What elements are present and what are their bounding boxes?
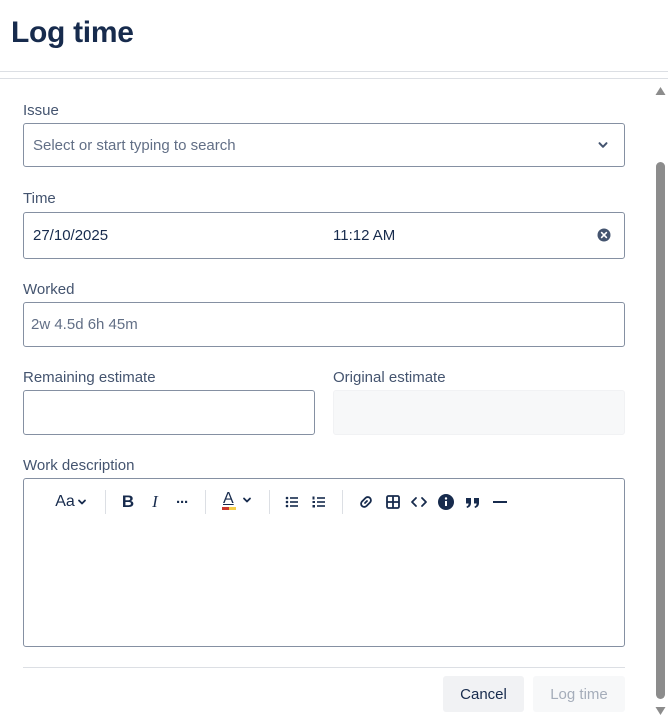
issue-select[interactable]: Select or start typing to search (23, 123, 625, 167)
text-style-label: Aa (55, 493, 75, 510)
text-style-button[interactable]: Aa (50, 489, 92, 515)
text-color-icon: A (222, 489, 236, 511)
dialog-title: Log time (11, 16, 134, 49)
more-formatting-button[interactable]: ··· (170, 489, 194, 515)
chevron-down-icon[interactable] (595, 137, 611, 153)
worked-input[interactable]: 2w 4.5d 6h 45m (23, 302, 625, 347)
clear-icon[interactable] (596, 227, 612, 243)
divider-button[interactable] (489, 489, 511, 515)
quote-icon (466, 498, 479, 508)
code-icon (411, 497, 427, 507)
time-label: Time (23, 190, 56, 207)
remaining-estimate-input[interactable] (23, 390, 315, 435)
horizontal-rule-icon (493, 501, 507, 503)
toolbar-separator (205, 490, 206, 514)
work-description-label: Work description (23, 457, 135, 474)
header-divider-secondary (0, 78, 668, 79)
scroll-down-arrow-icon[interactable] (655, 706, 666, 716)
numbered-list-button[interactable] (309, 489, 329, 515)
toolbar-separator (105, 490, 106, 514)
link-button[interactable] (355, 489, 377, 515)
footer-divider (23, 667, 625, 668)
date-input[interactable]: 27/10/2025 (33, 227, 108, 244)
time-picker[interactable]: 27/10/2025 11:12 AM (23, 212, 625, 259)
worked-placeholder: 2w 4.5d 6h 45m (31, 316, 138, 333)
scrollbar-thumb[interactable] (656, 162, 665, 699)
time-input[interactable]: 11:12 AM (333, 227, 395, 244)
toolbar-separator (269, 490, 270, 514)
header-divider (0, 71, 668, 72)
text-color-button[interactable]: A (217, 487, 257, 513)
code-button[interactable] (408, 489, 430, 515)
log-time-button[interactable]: Log time (533, 676, 625, 712)
scroll-up-arrow-icon[interactable] (655, 86, 666, 96)
original-estimate-input (333, 390, 625, 435)
chevron-down-icon (243, 497, 251, 503)
remaining-estimate-label: Remaining estimate (23, 369, 156, 386)
quote-button[interactable] (462, 489, 484, 515)
issue-label: Issue (23, 102, 59, 119)
italic-button[interactable]: I (145, 489, 165, 515)
bullet-list-button[interactable] (282, 489, 302, 515)
bullet-list-icon (285, 496, 298, 508)
numbered-list-icon (312, 496, 325, 508)
issue-placeholder: Select or start typing to search (33, 137, 236, 154)
toolbar-separator (342, 490, 343, 514)
cancel-button[interactable]: Cancel (443, 676, 524, 712)
dialog-header: Log time (0, 0, 668, 80)
original-estimate-label: Original estimate (333, 369, 446, 386)
table-icon (386, 495, 400, 509)
chevron-down-icon (77, 499, 86, 505)
text-color-letter: A (223, 490, 234, 507)
worked-label: Worked (23, 281, 75, 298)
info-icon (438, 494, 454, 510)
table-button[interactable] (382, 489, 404, 515)
bold-button[interactable]: B (117, 489, 139, 515)
link-icon (360, 496, 372, 508)
info-panel-button[interactable] (435, 489, 457, 515)
